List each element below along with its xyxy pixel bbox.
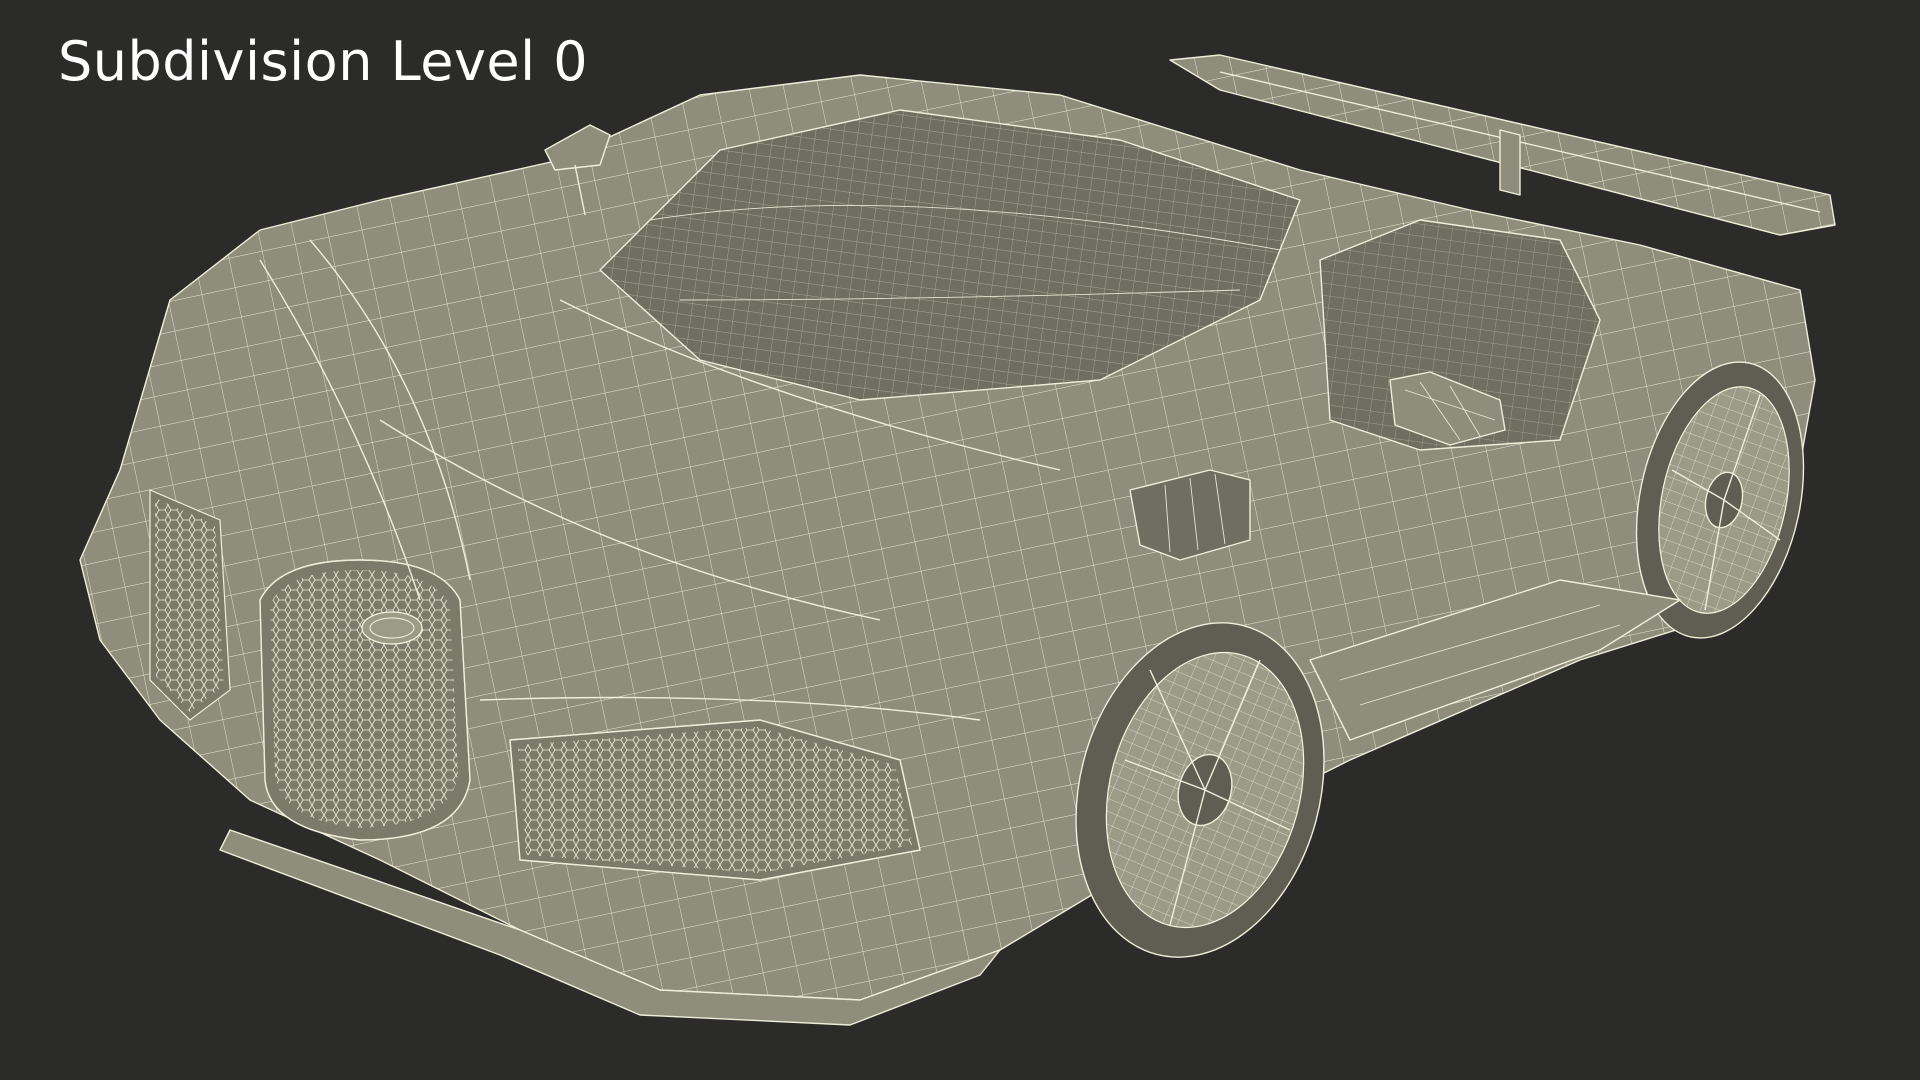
front-horseshoe-grille [259,559,471,841]
left-side-intake [149,489,231,721]
car-wireframe-model [79,54,1836,1026]
render-viewport: Subdivision Level 0 [0,0,1920,1080]
brand-badge [361,611,423,645]
